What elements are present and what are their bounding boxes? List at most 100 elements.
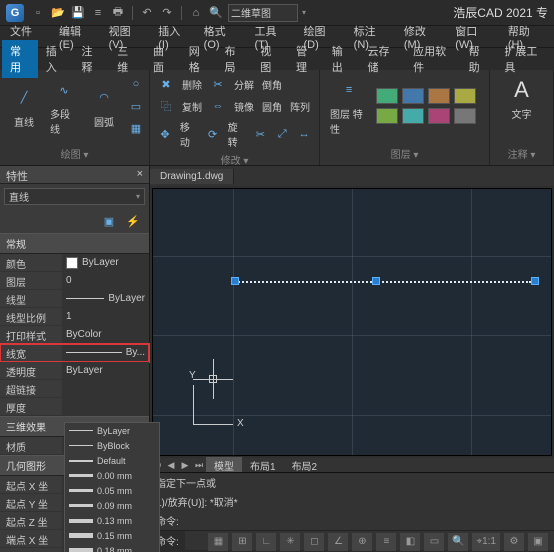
prop-value-lscale[interactable]: 1 <box>62 308 149 325</box>
chamfer-button[interactable]: 圆角 <box>260 98 284 115</box>
lineweight-option[interactable]: 0.15 mm <box>65 528 159 543</box>
text-button[interactable]: A文字 <box>496 74 547 123</box>
home-icon[interactable]: ⌂ <box>188 5 204 21</box>
rotate-button[interactable]: 旋转 <box>226 118 248 150</box>
osnap-toggle[interactable]: ◻ <box>304 533 324 551</box>
maximize-icon[interactable]: ▣ <box>528 533 548 551</box>
print-icon[interactable]: 🖶 <box>110 5 126 21</box>
prop-value-ltype[interactable]: ByLayer <box>62 290 149 307</box>
new-icon[interactable]: ▫ <box>30 5 46 21</box>
lineweight-option[interactable]: 0.05 mm <box>65 483 159 498</box>
rect-icon[interactable]: ▭ <box>126 96 146 116</box>
copy-icon[interactable]: ⿻ <box>156 96 176 116</box>
delete-button[interactable]: 删除 <box>180 76 204 93</box>
dyn-toggle[interactable]: ⊕ <box>352 533 372 551</box>
move-button[interactable]: 移动 <box>178 118 200 150</box>
chevron-down-icon[interactable]: ▾ <box>302 8 306 17</box>
grip-start[interactable] <box>231 277 239 285</box>
snap-toggle[interactable]: ▦ <box>208 533 228 551</box>
workspace-dropdown[interactable] <box>228 4 298 22</box>
layer-swatch[interactable] <box>454 108 476 124</box>
polyline-button[interactable]: ∿多段线 <box>46 74 82 138</box>
line-button[interactable]: ╱直线 <box>6 82 42 131</box>
grip-end[interactable] <box>531 277 539 285</box>
lineweight-option[interactable]: 0.00 mm <box>65 468 159 483</box>
lineweight-option[interactable]: Default <box>65 453 159 468</box>
prop-value-color[interactable]: ByLayer <box>62 254 149 271</box>
copy-button[interactable]: 复制 <box>180 98 204 115</box>
lineweight-option[interactable]: 0.09 mm <box>65 498 159 513</box>
prop-value-layer[interactable]: 0 <box>62 272 149 289</box>
layer-swatch[interactable] <box>376 108 398 124</box>
tab-layout2[interactable]: 布局2 <box>284 457 326 474</box>
layer-props-button[interactable]: ≡图层 特性 <box>326 74 372 138</box>
prop-value-transp[interactable]: ByLayer <box>62 362 149 379</box>
properties-panel: 特性× 直线▾ ▣⚡ 常规 颜色ByLayer 图层0 线型ByLayer 线型… <box>0 166 150 530</box>
annoscale-button[interactable]: ⌖ 1:1 <box>472 533 500 551</box>
prop-value-hlink[interactable] <box>62 380 149 397</box>
transparency-toggle[interactable]: ◧ <box>400 533 420 551</box>
nav-last-icon[interactable]: ⏭ <box>192 458 206 472</box>
gear-icon[interactable]: ⚙ <box>504 533 524 551</box>
layers-qat-icon[interactable]: ≡ <box>90 5 106 21</box>
grip-mid[interactable] <box>372 277 380 285</box>
mirror-icon[interactable]: ⇔ <box>208 96 228 116</box>
fillet-button[interactable]: 倒角 <box>260 76 284 93</box>
split-button[interactable]: 分解 <box>232 76 256 93</box>
lineweight-option[interactable]: 0.13 mm <box>65 513 159 528</box>
prop-value-lweight[interactable]: By... <box>62 344 149 361</box>
nav-prev-icon[interactable]: ◀ <box>164 458 178 472</box>
redo-icon[interactable]: ↷ <box>159 5 175 21</box>
prop-label-geom: 端点 X 坐标 <box>0 530 62 547</box>
selected-line[interactable] <box>235 281 531 283</box>
lineweight-dropdown[interactable]: ByLayerByBlockDefault0.00 mm0.05 mm0.09 … <box>64 422 160 552</box>
stretch-icon[interactable]: ↔ <box>295 124 313 144</box>
layer-swatch[interactable] <box>428 108 450 124</box>
tab-model[interactable]: 模型 <box>206 457 242 474</box>
cmd-history: L)/放弃(U)]: *取消* <box>150 492 554 511</box>
selection-dropdown[interactable]: 直线▾ <box>4 188 145 205</box>
lineweight-option[interactable]: ByBlock <box>65 438 159 453</box>
split-icon[interactable]: ✂ <box>208 74 228 94</box>
scale-icon[interactable]: ⤢ <box>273 124 291 144</box>
array-button[interactable]: 阵列 <box>288 98 312 115</box>
pim-icon[interactable]: ▣ <box>99 211 119 231</box>
lineweight-option[interactable]: 0.18 mm <box>65 543 159 552</box>
ortho-toggle[interactable]: ∟ <box>256 533 276 551</box>
trim-icon[interactable]: ✂ <box>251 124 269 144</box>
save-icon[interactable]: 💾 <box>70 5 86 21</box>
prop-value-thick[interactable] <box>62 398 149 415</box>
arc-button[interactable]: ◠圆弧 <box>86 82 122 131</box>
hatch-icon[interactable]: ▦ <box>126 118 146 138</box>
lwt-toggle[interactable]: ≡ <box>376 533 396 551</box>
prop-label-geom: 起点 Z 坐标 <box>0 512 62 529</box>
circle-icon[interactable]: ○ <box>126 74 146 94</box>
magnify-icon[interactable]: 🔍 <box>448 533 468 551</box>
otrack-toggle[interactable]: ∠ <box>328 533 348 551</box>
move-icon[interactable]: ✥ <box>156 124 174 144</box>
quick-select-icon[interactable]: ⚡ <box>123 211 143 231</box>
drawing-viewport[interactable]: X Y <box>152 188 552 456</box>
layer-swatch[interactable] <box>402 108 424 124</box>
layer-swatch[interactable] <box>428 88 450 104</box>
document-tab[interactable]: Drawing1.dwg <box>150 169 234 184</box>
grid-toggle[interactable]: ⊞ <box>232 533 252 551</box>
nav-next-icon[interactable]: ▶ <box>178 458 192 472</box>
undo-icon[interactable]: ↶ <box>139 5 155 21</box>
mirror-button[interactable]: 镜像 <box>232 98 256 115</box>
model-toggle[interactable]: ▭ <box>424 533 444 551</box>
close-icon[interactable]: × <box>137 168 143 181</box>
layer-swatch[interactable] <box>376 88 398 104</box>
lineweight-option[interactable]: ByLayer <box>65 423 159 438</box>
prop-value-pstyle[interactable]: ByColor <box>62 326 149 343</box>
rotate-icon[interactable]: ⟳ <box>204 124 222 144</box>
delete-icon[interactable]: ✖ <box>156 74 176 94</box>
polar-toggle[interactable]: ✳ <box>280 533 300 551</box>
open-icon[interactable]: 📂 <box>50 5 66 21</box>
prop-label-transp: 透明度 <box>0 362 62 379</box>
search-icon[interactable]: 🔍 <box>208 5 224 21</box>
layer-swatch[interactable] <box>454 88 476 104</box>
panel-title-annot: 注释 ▾ <box>496 146 547 161</box>
layer-swatch[interactable] <box>402 88 424 104</box>
tab-layout1[interactable]: 布局1 <box>242 457 284 474</box>
